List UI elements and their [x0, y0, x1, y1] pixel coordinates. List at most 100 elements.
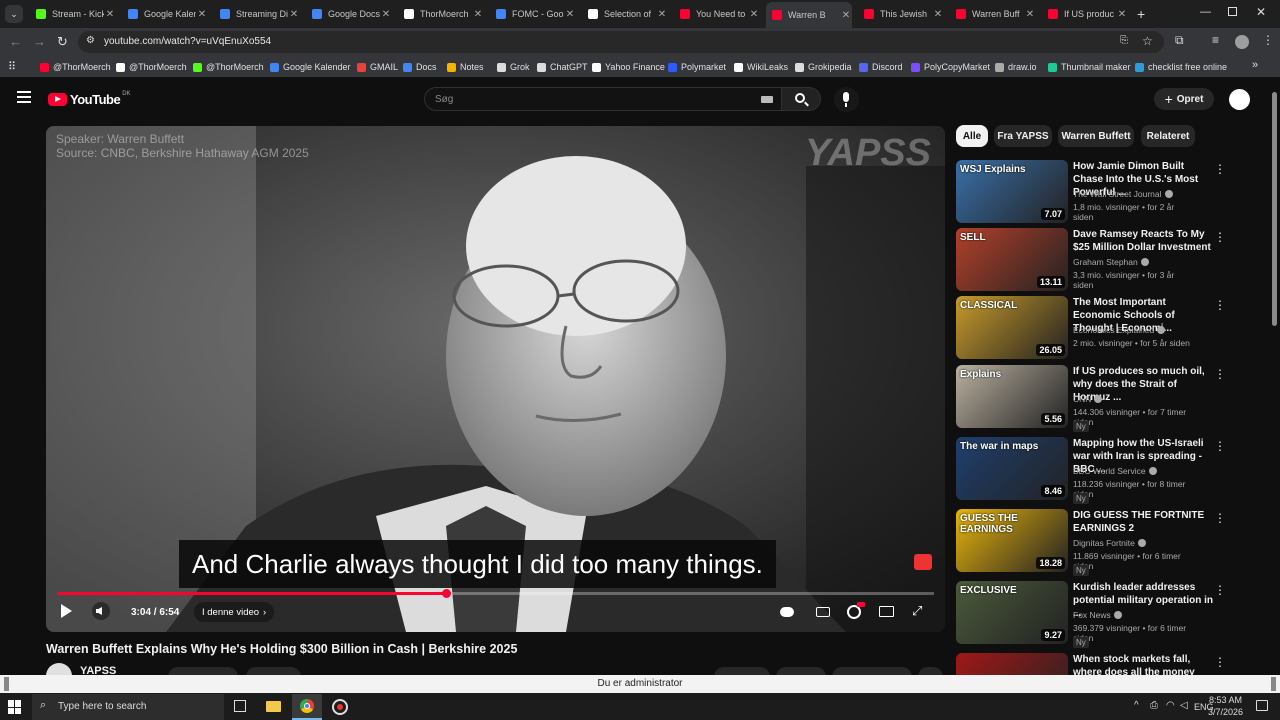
bookmark-item[interactable]: Yahoo Finance: [592, 61, 665, 73]
keyboard-icon[interactable]: [761, 96, 773, 103]
taskbar-search-box[interactable]: ⌕ Type here to search: [32, 694, 224, 720]
bookmark-item[interactable]: WikiLeaks: [734, 61, 788, 73]
tab-close-icon[interactable]: ✕: [380, 9, 392, 20]
video-thumbnail[interactable]: EXCLUSIVE 9.27: [956, 581, 1068, 644]
search-button[interactable]: [781, 87, 821, 111]
chrome-taskbar-icon[interactable]: [292, 694, 322, 720]
bookmark-star-icon[interactable]: ☆: [1142, 34, 1153, 48]
play-button[interactable]: [61, 604, 72, 618]
settings-gear-icon[interactable]: [847, 605, 861, 619]
page-scrollbar[interactable]: [1272, 92, 1277, 326]
browser-tab[interactable]: This Jewish ✕: [858, 3, 944, 25]
filter-chip[interactable]: Relateret: [1141, 125, 1195, 147]
guide-menu-icon[interactable]: [17, 91, 31, 103]
tab-close-icon[interactable]: ✕: [196, 9, 208, 20]
more-options-icon[interactable]: ⋮: [1214, 583, 1226, 597]
bookmark-item[interactable]: checklist free online: [1135, 61, 1227, 73]
close-window-button[interactable]: ✕: [1256, 5, 1266, 19]
more-options-icon[interactable]: ⋮: [1214, 655, 1226, 669]
tray-overflow-icon[interactable]: ^: [1134, 700, 1139, 711]
more-options-icon[interactable]: ⋮: [1214, 162, 1226, 176]
recommended-video[interactable]: CLASSICAL 26.05 The Most Important Economi…: [956, 296, 1226, 360]
tab-close-icon[interactable]: ✕: [1024, 9, 1036, 20]
recommended-channel[interactable]: CNN: [1073, 394, 1103, 404]
file-explorer-icon[interactable]: [266, 701, 281, 712]
recommended-video[interactable]: WSJ Explains 7.07 How Jamie Dimon Built Ch…: [956, 160, 1226, 224]
browser-tab[interactable]: Warren Buff ✕: [950, 3, 1036, 25]
site-info-icon[interactable]: ⚙: [86, 35, 95, 46]
tab-close-icon[interactable]: ✕: [104, 9, 116, 20]
create-button[interactable]: + Opret: [1154, 88, 1214, 110]
profile-avatar[interactable]: [1235, 35, 1249, 49]
reading-list-icon[interactable]: ≡: [1212, 33, 1219, 47]
volume-button[interactable]: [92, 602, 110, 620]
bookmark-item[interactable]: Polymarket: [668, 61, 726, 73]
recommended-video[interactable]: EXCLUSIVE 9.27 Kurdish leader addresses po…: [956, 581, 1226, 648]
recommended-video[interactable]: The war in maps 8.46 Mapping how the US-Is…: [956, 437, 1226, 504]
clock-time[interactable]: 8:53 AM: [1209, 695, 1242, 705]
browser-tab[interactable]: If US produc ✕: [1042, 3, 1128, 25]
video-thumbnail[interactable]: The war in maps 8.46: [956, 437, 1068, 500]
browser-tab[interactable]: Stream - Kick ✕: [30, 3, 116, 25]
forward-button[interactable]: →: [33, 34, 46, 49]
bookmark-item[interactable]: @ThorMoerch: [116, 61, 187, 73]
video-thumbnail[interactable]: Explains 5.56: [956, 365, 1068, 428]
browser-tab[interactable]: ThorMoerch ✕: [398, 3, 484, 25]
more-options-icon[interactable]: ⋮: [1214, 298, 1226, 312]
browser-tab[interactable]: FOMC - Goo ✕: [490, 3, 576, 25]
recommended-video[interactable]: Explains 5.56 If US produces so much oil, …: [956, 365, 1226, 432]
admin-bar-scroll-right[interactable]: [1271, 677, 1276, 691]
video-thumbnail[interactable]: WSJ Explains 7.07: [956, 160, 1068, 223]
bookmark-item[interactable]: Google Kalender: [270, 61, 351, 73]
bookmark-item[interactable]: @ThorMoerch: [193, 61, 264, 73]
autoplay-toggle[interactable]: [780, 607, 794, 617]
bookmark-item[interactable]: draw.io: [995, 61, 1037, 73]
tab-close-icon[interactable]: ✕: [288, 9, 300, 20]
recommended-video[interactable]: SELL 13.11 Dave Ramsey Reacts To My $25 Mi…: [956, 228, 1226, 292]
bookmark-item[interactable]: @ThorMoerch: [40, 61, 111, 73]
recommended-video[interactable]: GUESS THE EARNINGS 18.28 DIG GUESS THE FOR…: [956, 509, 1226, 576]
browser-tab[interactable]: Google Kalender✕: [122, 3, 208, 25]
browser-tab[interactable]: Streaming Di ✕: [214, 3, 300, 25]
back-button[interactable]: ←: [9, 34, 22, 49]
recommended-channel[interactable]: Economics Explained: [1073, 325, 1166, 335]
bookmark-item[interactable]: Docs: [403, 61, 437, 73]
browser-tab[interactable]: You Need to ✕: [674, 3, 760, 25]
account-avatar[interactable]: [1229, 89, 1250, 110]
tab-close-icon[interactable]: ✕: [564, 9, 576, 20]
windows-start-button[interactable]: [8, 700, 22, 714]
more-options-icon[interactable]: ⋮: [1214, 367, 1226, 381]
bookmark-item[interactable]: PolyCopyMarket: [911, 61, 990, 73]
tab-close-icon[interactable]: ✕: [748, 9, 760, 20]
tab-close-icon[interactable]: ✕: [932, 9, 944, 20]
tab-close-icon[interactable]: ✕: [472, 9, 484, 20]
bookmark-item[interactable]: ChatGPT: [537, 61, 588, 73]
address-bar[interactable]: ⚙ youtube.com/watch?v=uVqEnuXo554 ⎘ ☆: [78, 31, 1164, 53]
more-options-icon[interactable]: ⋮: [1214, 230, 1226, 244]
restore-button[interactable]: [1228, 7, 1237, 16]
video-thumbnail[interactable]: SELL 13.11: [956, 228, 1068, 291]
bookmarks-overflow-icon[interactable]: »: [1252, 59, 1258, 71]
task-view-icon[interactable]: [234, 700, 246, 712]
bookmark-item[interactable]: Notes: [447, 61, 484, 73]
filter-chip[interactable]: Alle: [956, 125, 988, 147]
extensions-icon[interactable]: ⧉: [1175, 33, 1184, 48]
apps-grid-icon[interactable]: ⠿: [8, 60, 16, 73]
browser-menu-icon[interactable]: ⋮: [1262, 33, 1274, 47]
filter-chip[interactable]: Warren Buffett: [1058, 125, 1134, 147]
browser-tab[interactable]: Selection of ✕: [582, 3, 668, 25]
install-app-icon[interactable]: ⎘: [1120, 35, 1128, 46]
reload-button[interactable]: ↻: [57, 34, 68, 50]
more-options-icon[interactable]: ⋮: [1214, 439, 1226, 453]
video-thumbnail[interactable]: CLASSICAL 26.05: [956, 296, 1068, 359]
tab-close-icon[interactable]: ✕: [656, 9, 668, 20]
search-box[interactable]: Søg: [424, 87, 781, 111]
clock-date[interactable]: 3/7/2026: [1208, 707, 1243, 717]
bookmark-item[interactable]: Grokipedia: [795, 61, 852, 73]
bookmark-item[interactable]: Grok: [497, 61, 530, 73]
filter-chip[interactable]: Fra YAPSS: [994, 125, 1052, 147]
recommended-channel[interactable]: Dignitas Fortnite: [1073, 538, 1146, 548]
volume-tray-icon[interactable]: ◁: [1180, 700, 1188, 711]
recommended-channel[interactable]: Fox News: [1073, 610, 1122, 620]
progress-bar[interactable]: [57, 589, 934, 598]
